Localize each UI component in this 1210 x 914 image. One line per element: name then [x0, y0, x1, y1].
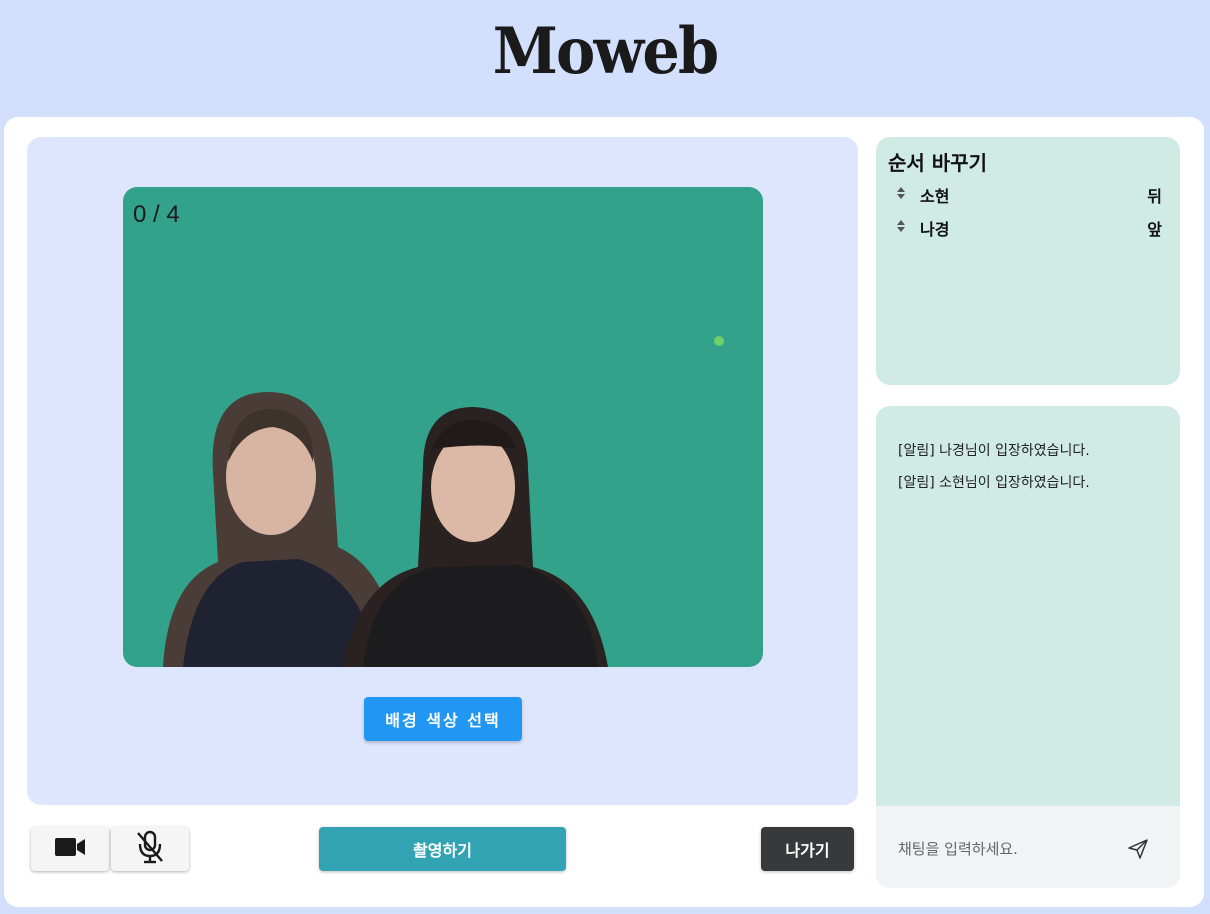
chat-panel: [알림] 나경님이 입장하였습니다. [알림] 소현님이 입장하였습니다. [876, 406, 1180, 888]
sort-arrows-icon[interactable] [896, 218, 906, 238]
chat-message: [알림] 나경님이 입장하였습니다. [898, 443, 1090, 459]
order-item-name: 소현 [920, 187, 950, 206]
chat-input[interactable] [896, 828, 1120, 870]
video-camera-icon [54, 836, 86, 862]
camera-toggle-button[interactable] [31, 827, 109, 871]
bg-color-select-button[interactable]: 배경 색상 선택 [364, 697, 522, 741]
order-item-name: 나경 [920, 220, 950, 239]
leave-button[interactable]: 나가기 [761, 827, 854, 871]
shoot-button[interactable]: 촬영하기 [319, 827, 566, 871]
mic-off-icon [135, 830, 165, 868]
order-panel: 순서 바꾸기 소현 뒤 나경 앞 [876, 137, 1180, 385]
video-stage: 0 / 4 배경 색상 선택 [27, 137, 858, 805]
order-title: 순서 바꾸기 [888, 151, 987, 175]
send-icon[interactable] [1128, 839, 1148, 863]
sort-arrows-icon[interactable] [896, 185, 906, 205]
order-item[interactable]: 나경 앞 [896, 216, 1162, 240]
participant-video [163, 336, 724, 667]
chat-input-area [876, 806, 1180, 888]
video-frame: 0 / 4 [123, 187, 763, 667]
chat-message: [알림] 소현님이 입장하였습니다. [898, 475, 1090, 491]
order-item[interactable]: 소현 뒤 [896, 183, 1162, 207]
order-item-position: 뒤 [1147, 187, 1162, 206]
mic-toggle-button[interactable] [111, 827, 189, 871]
order-item-position: 앞 [1147, 220, 1162, 239]
app-logo: Moweb [492, 14, 719, 89]
